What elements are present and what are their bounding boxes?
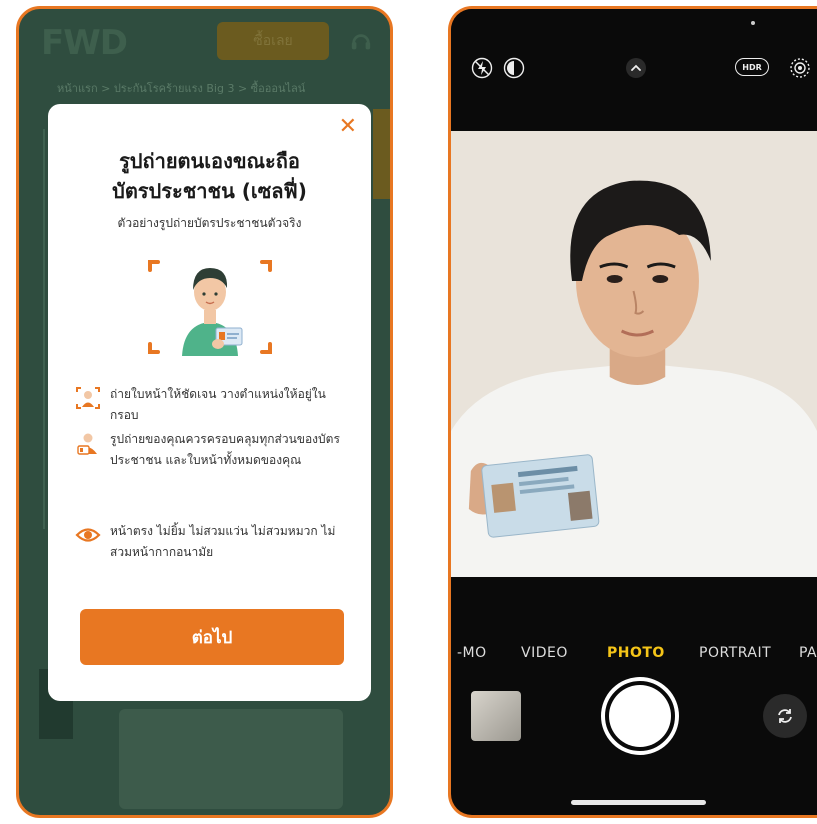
face-frame-icon (76, 387, 100, 409)
id-card (481, 454, 600, 538)
last-photo-thumbnail[interactable] (471, 691, 521, 741)
mode-video[interactable]: VIDEO (521, 645, 568, 661)
modal-title-line1: รูปถ่ายตนเองขณะถือ (119, 149, 300, 173)
hdr-badge[interactable]: HDR (735, 58, 769, 76)
app-header: FWD ซื้อเลย (19, 9, 390, 73)
camera-viewfinder (451, 131, 817, 577)
flip-camera-icon (778, 709, 792, 723)
person-id-card-icon (77, 433, 97, 455)
fwd-logo: FWD (41, 23, 128, 63)
modal-title-line2: บัตรประชาชน (เซลฟี่) (112, 179, 307, 203)
mode-portrait[interactable]: PORTRAIT (699, 645, 771, 661)
live-icon[interactable] (789, 57, 811, 79)
background-card (119, 709, 343, 809)
tip-no-accessories: หน้าตรง ไม่ยิ้ม ไม่สวมแว่น ไม่สวมหมวก ไม… (74, 521, 354, 563)
shutter-button-inner (609, 685, 671, 747)
modal-subtitle: ตัวอย่างรูปถ่ายบัตรประชาชนตัวจริง (117, 216, 302, 230)
next-button[interactable]: ต่อไป (80, 609, 344, 665)
flash-off-icon[interactable] (471, 57, 493, 79)
shutter-button[interactable] (601, 677, 679, 755)
camera-mode-selector: -MO VIDEO PHOTO PORTRAIT PA (451, 645, 817, 665)
live-photo-icon[interactable] (503, 57, 525, 79)
breadcrumb: หน้าแรก > ประกันโรคร้ายแรง Big 3 > ซื้ออ… (57, 82, 306, 95)
modal-title: รูปถ่ายตนเองขณะถือ บัตรประชาชน (เซลฟี่) (48, 146, 371, 206)
tip-text: หน้าตรง ไม่ยิ้ม ไม่สวมแว่น ไม่สวมหมวก ไม… (110, 524, 336, 559)
right-phone-camera: HDR -MO VIDEO PHOTO PORTRAIT PA (448, 6, 817, 818)
tip-text: ถ่ายใบหน้าให้ชัดเจน วางตำแหน่งให้อยู่ในก… (110, 387, 326, 422)
background-accent (373, 109, 390, 199)
mode-photo[interactable]: PHOTO (607, 645, 665, 661)
tip-include-id-card: รูปถ่ายของคุณควรครอบคลุมทุกส่วนของบัตรปร… (74, 429, 354, 471)
camera-indicator-dot (751, 21, 755, 25)
tip-text: รูปถ่ายของคุณควรครอบคลุมทุกส่วนของบัตรปร… (110, 432, 340, 467)
chevron-up-icon[interactable] (625, 57, 647, 79)
buy-now-button[interactable]: ซื้อเลย (217, 22, 329, 60)
tip-face-in-frame: ถ่ายใบหน้าให้ชัดเจน วางตำแหน่งให้อยู่ในก… (74, 384, 354, 426)
selfie-illustration (148, 260, 272, 356)
flip-camera-button[interactable] (763, 694, 807, 738)
eye-icon (75, 528, 101, 542)
left-phone-frame: FWD ซื้อเลย หน้าแรก > ประกันโรคร้ายแรง B… (16, 6, 393, 818)
support-icon[interactable] (350, 31, 372, 53)
selfie-instruction-modal: ✕ รูปถ่ายตนเองขณะถือ บัตรประชาชน (เซลฟี่… (48, 104, 371, 701)
mode-timelapse[interactable]: -MO (457, 645, 487, 661)
mode-pano[interactable]: PA (799, 645, 817, 661)
close-icon[interactable]: ✕ (339, 116, 357, 138)
camera-top-bar: HDR (451, 9, 817, 131)
home-indicator[interactable] (571, 800, 706, 805)
